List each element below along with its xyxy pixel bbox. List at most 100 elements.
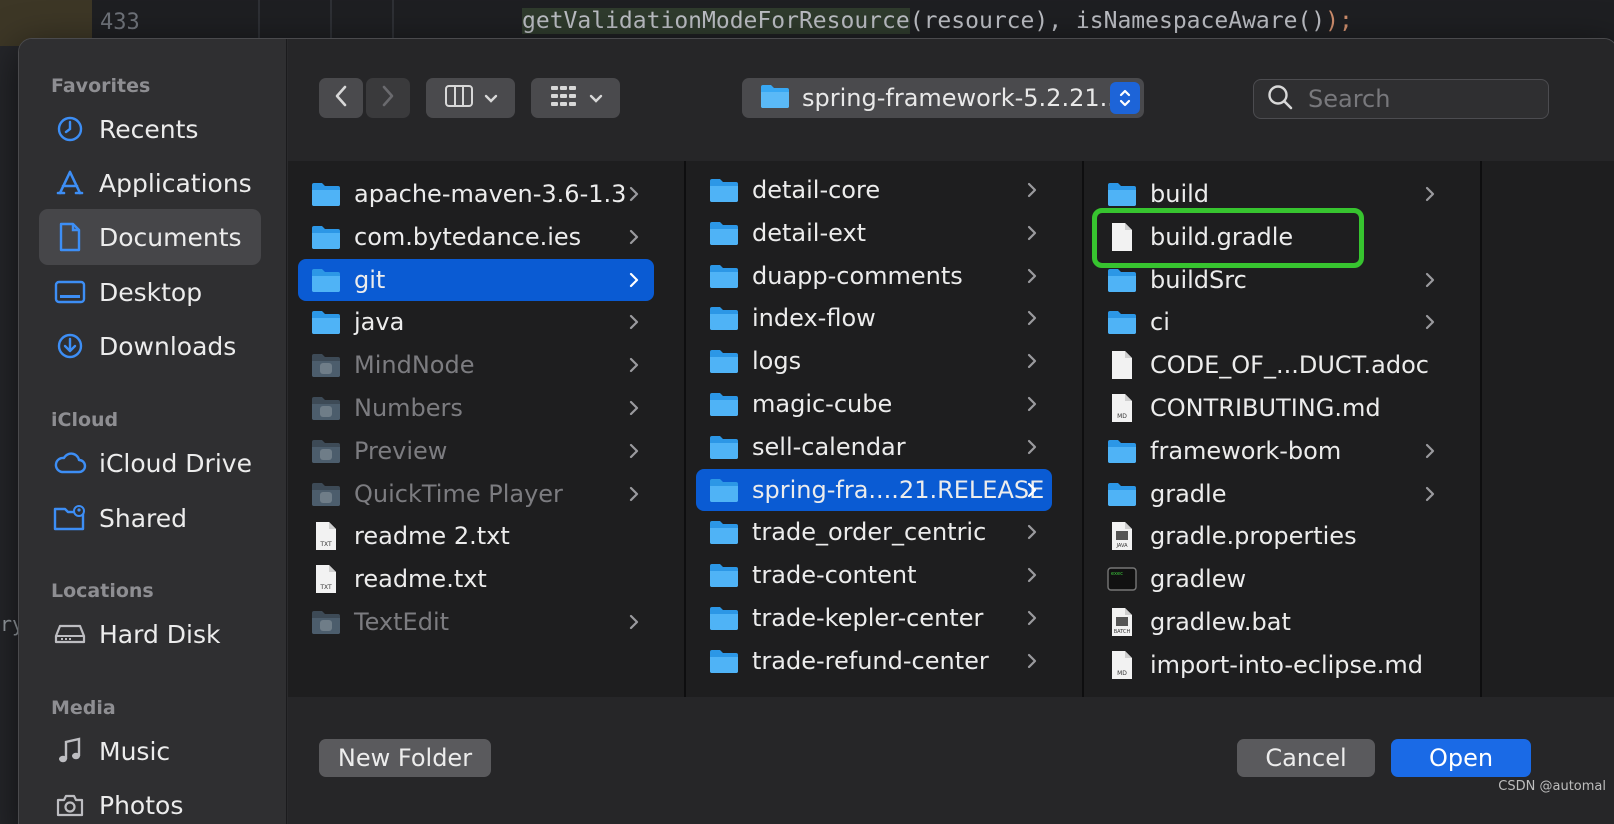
folder-row[interactable]: TextEdit [298, 601, 654, 643]
chevron-right-icon [624, 438, 644, 464]
file-row[interactable]: CODE_OF_...DUCT.adoc [1094, 344, 1450, 386]
sidebar-item-music[interactable]: Music [39, 723, 261, 779]
folder-row[interactable]: index-flow [696, 297, 1052, 339]
desktop-icon [53, 277, 87, 307]
view-mode-button[interactable] [426, 78, 515, 118]
svg-text:TXT: TXT [319, 541, 332, 548]
sidebar-item-hard-disk[interactable]: Hard Disk [39, 606, 261, 662]
folder-row[interactable]: buildSrc [1094, 259, 1450, 301]
folder-row[interactable]: trade-kepler-center [696, 597, 1052, 639]
section-title-media: Media [51, 697, 116, 719]
item-name: QuickTime Player [354, 479, 563, 508]
svg-text:JAVA: JAVA [1115, 543, 1128, 549]
sidebar-item-documents[interactable]: Documents [39, 209, 261, 265]
applications-icon [53, 168, 87, 198]
folder-row[interactable]: ci [1094, 301, 1450, 343]
folder-row[interactable]: framework-bom [1094, 430, 1450, 472]
sidebar-item-recents[interactable]: Recents [39, 101, 261, 157]
sidebar-item-applications[interactable]: Applications [39, 155, 261, 211]
markdown-file-icon: MD [1106, 393, 1138, 423]
chevron-right-icon [1022, 605, 1042, 631]
chevron-right-icon [624, 481, 644, 507]
folder-row[interactable]: detail-core [696, 169, 1052, 211]
sidebar-item-downloads[interactable]: Downloads [39, 318, 261, 374]
text-file-icon: TXT [310, 564, 342, 594]
folder-row[interactable]: git [298, 258, 654, 301]
folder-row[interactable]: detail-ext [696, 212, 1052, 254]
gutter-divider [392, 0, 394, 40]
group-by-button[interactable] [531, 78, 620, 118]
location-popup[interactable]: spring-framework-5.2.21... [742, 78, 1144, 118]
camera-icon [53, 790, 87, 820]
item-name: ci [1150, 308, 1170, 337]
folder-row[interactable]: trade-content [696, 554, 1052, 596]
item-name: sell-calendar [752, 432, 906, 461]
sidebar-item-desktop[interactable]: Desktop [39, 264, 261, 320]
new-folder-button[interactable]: New Folder [319, 739, 491, 777]
sidebar-item-icloud-drive[interactable]: iCloud Drive [39, 435, 261, 491]
folder-row[interactable]: apache-maven-3.6-1.3 [298, 173, 654, 215]
folder-row[interactable]: magic-cube [696, 383, 1052, 425]
item-name: Preview [354, 436, 448, 465]
location-stepper[interactable] [1110, 82, 1140, 114]
folder-row[interactable]: QuickTime Player [298, 473, 654, 515]
chevron-right-icon [1420, 181, 1440, 207]
gutter-divider [258, 0, 260, 40]
folder-row[interactable]: trade-refund-center [696, 640, 1052, 682]
shared-folder-icon [53, 503, 87, 533]
file-row[interactable]: TXT readme.txt [298, 558, 654, 600]
chevron-down-icon [589, 89, 603, 108]
item-name: spring-fra....21.RELEASE [752, 475, 1045, 504]
file-row[interactable]: JAVA gradle.properties [1094, 515, 1450, 557]
folder-row[interactable]: MindNode [298, 344, 654, 386]
file-row[interactable]: MD import-into-eclipse.md [1094, 644, 1450, 686]
folder-icon [708, 303, 740, 333]
folder-icon [708, 218, 740, 248]
markdown-file-icon: MD [1106, 650, 1138, 680]
folder-icon [310, 222, 342, 252]
search-field[interactable] [1253, 79, 1549, 119]
item-name: magic-cube [752, 390, 893, 418]
chevron-right-icon [1022, 348, 1042, 374]
application-folder-icon [310, 350, 342, 380]
clock-icon [53, 114, 87, 144]
watermark: CSDN @automal [1498, 779, 1606, 794]
file-row[interactable]: exec gradlew [1094, 558, 1450, 600]
folder-icon [708, 603, 740, 633]
folder-row[interactable]: java [298, 301, 654, 343]
folder-icon [708, 389, 740, 419]
sidebar-item-shared[interactable]: Shared [39, 490, 261, 546]
item-name: git [354, 265, 386, 294]
folder-row[interactable]: gradle [1094, 473, 1450, 515]
folder-row[interactable]: Numbers [298, 387, 654, 429]
section-title-locations: Locations [51, 580, 154, 602]
folder-row[interactable]: duapp-comments [696, 255, 1052, 297]
file-row[interactable]: MD CONTRIBUTING.md [1094, 387, 1450, 429]
file-row[interactable]: BATCH gradlew.bat [1094, 601, 1450, 643]
folder-row[interactable]: com.bytedance.ies [298, 216, 654, 258]
folder-icon [1106, 265, 1138, 295]
folder-row[interactable]: Preview [298, 430, 654, 472]
item-name: gradle [1150, 479, 1227, 508]
item-name: gradlew.bat [1150, 608, 1291, 636]
item-name: CONTRIBUTING.md [1150, 394, 1381, 422]
download-icon [53, 331, 87, 361]
chevron-right-icon [381, 84, 395, 112]
executable-icon: exec [1106, 564, 1138, 594]
sidebar-item-label: Downloads [99, 331, 237, 361]
forward-button[interactable] [366, 78, 410, 118]
chevron-right-icon [624, 181, 644, 207]
open-button[interactable]: Open [1391, 739, 1531, 777]
application-folder-icon [310, 479, 342, 509]
chevron-right-icon [1022, 477, 1042, 503]
back-button[interactable] [319, 78, 363, 118]
search-input[interactable] [1308, 85, 1528, 113]
folder-row[interactable]: logs [696, 340, 1052, 382]
folder-row[interactable]: spring-fra....21.RELEASE [696, 468, 1052, 511]
sidebar-item-photos[interactable]: Photos [39, 777, 261, 824]
folder-row[interactable]: sell-calendar [696, 426, 1052, 468]
chevron-right-icon [1022, 305, 1042, 331]
cancel-button[interactable]: Cancel [1237, 739, 1375, 777]
file-row[interactable]: TXT readme 2.txt [298, 515, 654, 557]
folder-row[interactable]: trade_order_centric [696, 511, 1052, 553]
